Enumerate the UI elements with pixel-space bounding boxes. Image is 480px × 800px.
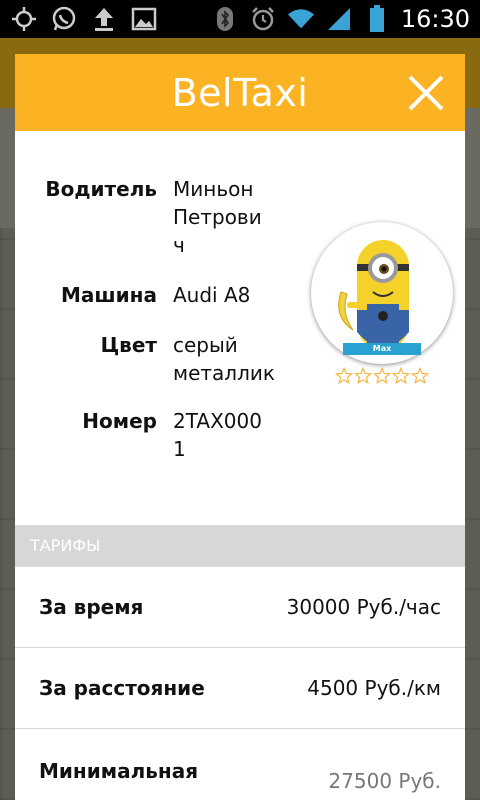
tariff-label: За время bbox=[39, 595, 144, 619]
star-icon[interactable] bbox=[411, 367, 429, 385]
tariff-value: 30000 Руб./час bbox=[286, 595, 441, 619]
tariffs-header: ТАРИФЫ bbox=[15, 525, 465, 567]
dialog-title: BelTaxi bbox=[171, 70, 309, 115]
avatar-name-badge: Max bbox=[343, 343, 421, 355]
tariff-value: 4500 Руб./км bbox=[307, 676, 441, 700]
driver-row: Водитель Миньон Петрови ч bbox=[15, 175, 278, 259]
signal-icon bbox=[325, 5, 353, 33]
driver-info-dialog: BelTaxi Водитель Миньон Петрови ч Машина… bbox=[15, 54, 465, 800]
plate-label: Номер bbox=[82, 409, 157, 433]
plate-value: 2TAX000 1 bbox=[173, 409, 262, 461]
close-icon bbox=[408, 75, 444, 111]
upload-icon bbox=[90, 5, 118, 33]
alarm-icon bbox=[249, 5, 277, 33]
driver-value: Миньон Петрови ч bbox=[173, 177, 262, 257]
star-icon[interactable] bbox=[373, 367, 391, 385]
tariff-value: 27500 Руб. bbox=[328, 769, 441, 793]
clock: 16:30 bbox=[400, 5, 470, 33]
driver-label: Водитель bbox=[45, 177, 157, 201]
gps-icon bbox=[10, 5, 38, 33]
plate-row: Номер 2TAX000 1 bbox=[15, 407, 278, 463]
color-label: Цвет bbox=[100, 333, 157, 357]
color-value: серый металлик bbox=[173, 333, 275, 385]
wifi-icon bbox=[287, 5, 315, 33]
driver-rating[interactable] bbox=[335, 367, 429, 385]
car-value: Audi A8 bbox=[173, 283, 251, 307]
tariff-label: Минимальная bbox=[39, 759, 199, 783]
close-button[interactable] bbox=[407, 74, 445, 112]
status-bar: 16:30 bbox=[0, 0, 480, 38]
car-label: Машина bbox=[61, 283, 157, 307]
image-icon bbox=[130, 5, 158, 33]
driver-avatar: Max bbox=[311, 222, 453, 364]
whatsapp-icon bbox=[50, 5, 78, 33]
color-row: Цвет серый металлик bbox=[15, 331, 293, 387]
battery-icon bbox=[363, 5, 391, 33]
car-row: Машина Audi A8 bbox=[15, 281, 303, 309]
star-icon[interactable] bbox=[354, 367, 372, 385]
driver-info-section: Водитель Миньон Петрови ч Машина Audi A8… bbox=[15, 131, 465, 525]
tariff-row: За расстояние 4500 Руб./км bbox=[15, 648, 465, 729]
dialog-header: BelTaxi bbox=[15, 54, 465, 131]
star-icon[interactable] bbox=[392, 367, 410, 385]
tariff-label: За расстояние bbox=[39, 676, 205, 700]
bluetooth-icon bbox=[211, 5, 239, 33]
tariff-row: За время 30000 Руб./час bbox=[15, 567, 465, 648]
tariff-row: Минимальная 27500 Руб. bbox=[15, 729, 465, 800]
star-icon[interactable] bbox=[335, 367, 353, 385]
